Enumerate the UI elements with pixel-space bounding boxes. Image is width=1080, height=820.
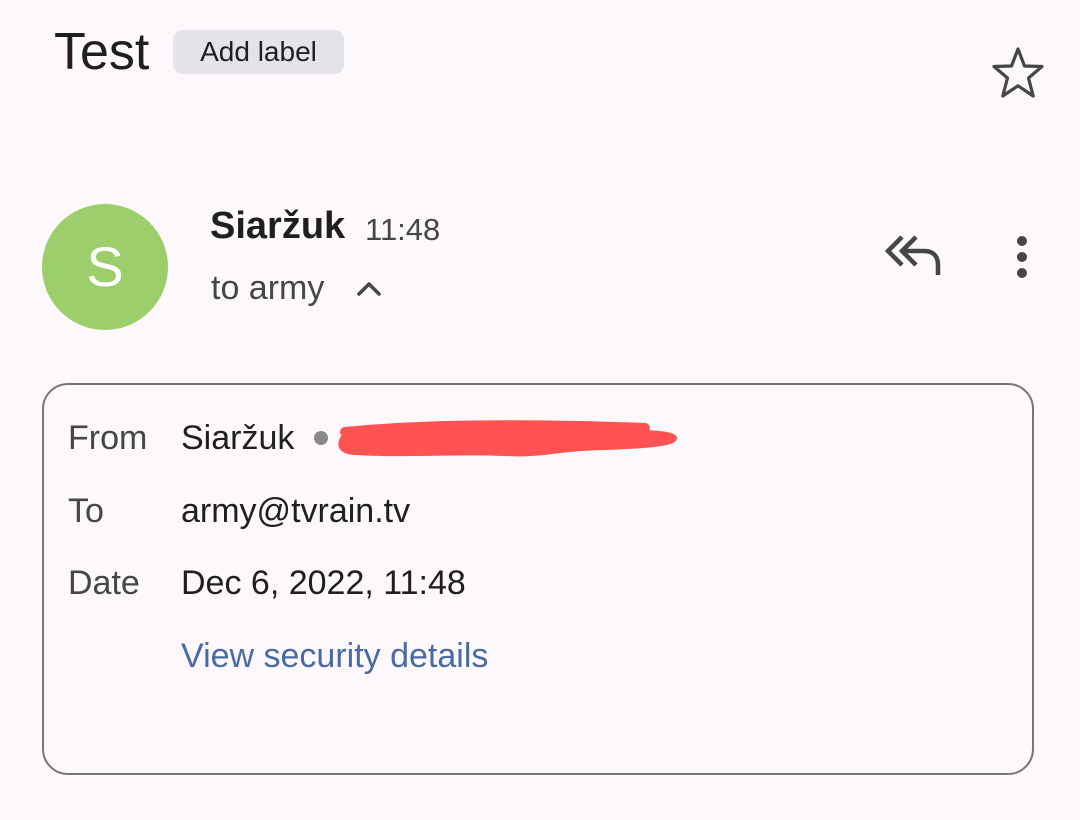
reply-all-icon[interactable]: [882, 232, 944, 282]
from-label: From: [68, 419, 148, 457]
add-label-button[interactable]: Add label: [173, 30, 344, 74]
star-icon[interactable]: [988, 44, 1048, 104]
view-security-details-link[interactable]: View security details: [181, 634, 488, 678]
message-time: 11:48: [365, 212, 441, 247]
sender-name: Siaržuk: [210, 205, 346, 247]
to-label: To: [68, 492, 104, 530]
to-value: army@tvrain.tv: [181, 492, 411, 530]
more-vert-icon[interactable]: [1002, 232, 1042, 282]
email-subject: Test: [54, 23, 150, 81]
sender-avatar[interactable]: S: [42, 204, 168, 330]
from-value: Siaržuk: [181, 419, 295, 457]
recipient-summary[interactable]: to army: [211, 266, 324, 310]
chevron-up-icon[interactable]: [354, 274, 384, 304]
date-value: Dec 6, 2022, 11:48: [181, 564, 466, 602]
date-label: Date: [68, 564, 140, 602]
redaction-mark: [314, 420, 677, 457]
